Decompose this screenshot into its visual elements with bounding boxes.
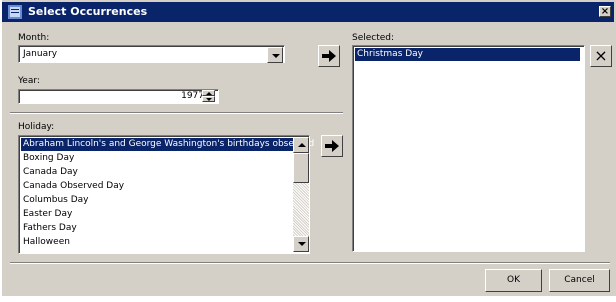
selected-list[interactable]: Christmas Day <box>352 45 585 252</box>
arrow-right-icon <box>322 50 336 62</box>
title-close-button[interactable]: × <box>599 6 611 17</box>
chevron-up-icon <box>298 143 306 147</box>
scroll-up-button[interactable] <box>293 137 309 153</box>
separator <box>10 112 343 114</box>
chevron-up-icon <box>206 92 212 95</box>
month-dropdown-button[interactable] <box>267 47 283 63</box>
list-item[interactable]: Canada Observed Day <box>21 180 293 193</box>
list-item[interactable]: Halloween <box>21 236 293 249</box>
year-label: Year: <box>18 76 40 86</box>
remove-selected-button[interactable]: × <box>590 45 612 67</box>
list-item[interactable]: Columbus Day <box>21 194 293 207</box>
year-spinner[interactable] <box>202 90 218 103</box>
list-item[interactable]: Christmas Day <box>355 48 580 61</box>
window-bottom-edge <box>0 296 616 302</box>
holiday-scrollbar[interactable] <box>293 137 309 252</box>
list-item[interactable]: Abraham Lincoln's and George Washington'… <box>21 138 314 151</box>
holiday-label: Holiday: <box>18 122 55 132</box>
holiday-list[interactable]: Abraham Lincoln's and George Washington'… <box>18 135 314 254</box>
year-value: 1977 <box>181 91 204 101</box>
scroll-thumb[interactable] <box>293 153 309 183</box>
select-occurrences-dialog: Select Occurrences × Month: January Year… <box>0 0 616 302</box>
add-month-button[interactable] <box>318 45 340 67</box>
month-value: January <box>23 49 58 59</box>
selected-label: Selected: <box>352 33 395 43</box>
cancel-button[interactable]: Cancel <box>549 269 610 292</box>
window-edge <box>0 0 2 302</box>
ok-button[interactable]: OK <box>485 269 542 292</box>
title-bar[interactable]: Select Occurrences × <box>2 2 614 22</box>
list-item[interactable]: Canada Day <box>21 166 293 179</box>
scroll-down-button[interactable] <box>293 236 309 252</box>
app-icon <box>8 5 22 19</box>
month-label: Month: <box>18 33 50 43</box>
month-select[interactable]: January <box>18 45 285 63</box>
add-holiday-button[interactable] <box>321 135 343 157</box>
separator <box>10 262 610 264</box>
chevron-down-icon <box>206 98 212 101</box>
arrow-right-icon <box>325 140 339 152</box>
year-spin-down[interactable] <box>202 96 215 102</box>
list-item[interactable]: Boxing Day <box>21 152 293 165</box>
list-item[interactable]: Easter Day <box>21 208 293 221</box>
list-item[interactable]: Fathers Day <box>21 222 293 235</box>
year-input[interactable]: 1977 <box>18 89 219 104</box>
chevron-down-icon <box>298 242 306 246</box>
window-title: Select Occurrences <box>28 5 148 18</box>
chevron-down-icon <box>272 54 280 58</box>
